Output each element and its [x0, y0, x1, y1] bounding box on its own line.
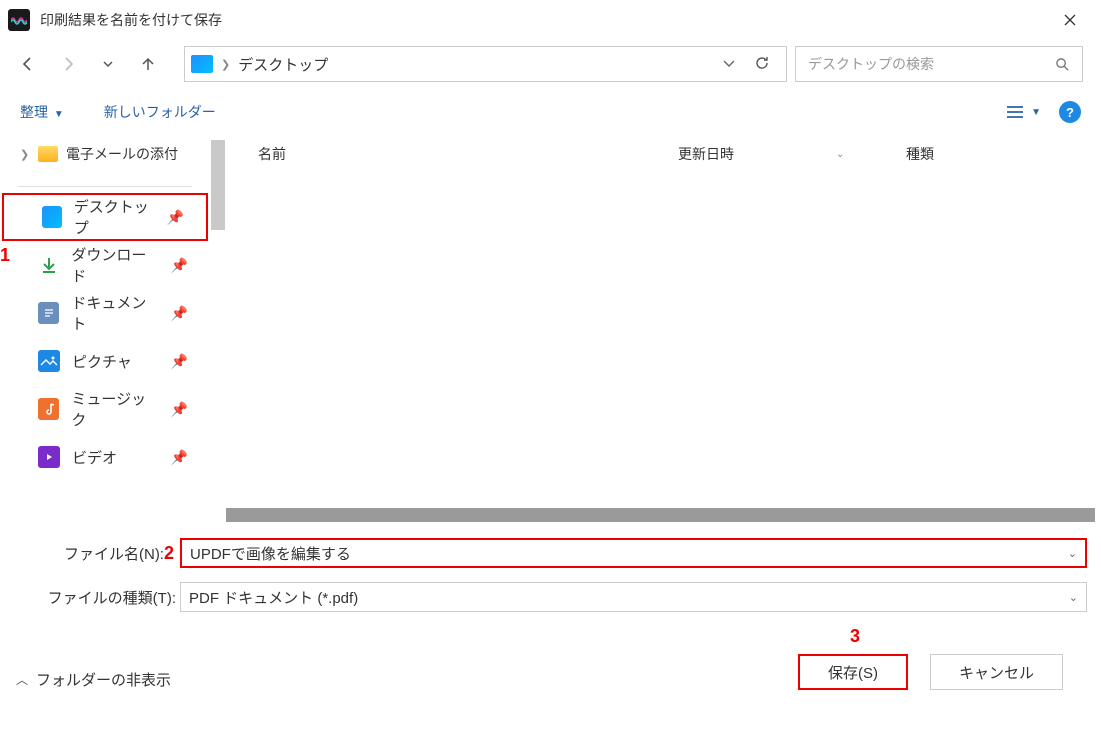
tree-item-email-attachments[interactable]: ❯ 電子メールの添付: [0, 136, 210, 172]
up-button[interactable]: [138, 54, 158, 74]
form-area: ファイル名(N):2 UPDFで画像を編集する ⌄ ファイルの種類(T): PD…: [0, 524, 1101, 612]
sidebar-item-documents[interactable]: ドキュメント 📌: [0, 289, 210, 337]
app-icon: [8, 9, 30, 31]
pin-icon[interactable]: 📌: [171, 401, 188, 418]
desktop-icon: [191, 55, 213, 73]
refresh-button[interactable]: [754, 55, 770, 74]
search-icon: [1055, 57, 1070, 72]
chevron-down-icon[interactable]: ⌄: [1068, 547, 1077, 560]
organize-menu[interactable]: 整理 ▼: [20, 102, 64, 122]
sidebar-item-desktop[interactable]: デスクトップ 📌: [2, 193, 208, 241]
music-icon: [38, 398, 59, 420]
forward-button[interactable]: [58, 54, 78, 74]
pin-icon[interactable]: 📌: [171, 353, 188, 370]
sidebar-item-music[interactable]: ミュージック 📌: [0, 385, 210, 433]
cancel-button[interactable]: キャンセル: [930, 654, 1063, 690]
document-icon: [38, 302, 59, 324]
address-dropdown-icon[interactable]: [722, 56, 736, 72]
back-button[interactable]: [18, 54, 38, 74]
view-options-button[interactable]: ▼: [1005, 105, 1041, 119]
picture-icon: [38, 350, 60, 372]
recent-locations-button[interactable]: [98, 54, 118, 74]
pin-icon[interactable]: 📌: [171, 449, 188, 466]
hide-folders-toggle[interactable]: ︿ フォルダーの非表示: [16, 669, 171, 690]
sidebar-item-videos[interactable]: ビデオ 📌: [0, 433, 210, 481]
filetype-label: ファイルの種類(T):: [14, 587, 180, 608]
help-button[interactable]: ?: [1059, 101, 1081, 123]
pin-icon[interactable]: 📌: [171, 257, 188, 274]
desktop-icon: [42, 206, 62, 228]
column-headers: 名前 更新日時⌄ 種類: [226, 136, 1101, 172]
nav-bar: ❯ デスクトップ デスクトップの検索: [0, 40, 1101, 88]
folder-icon: [38, 146, 58, 162]
file-list-pane[interactable]: 名前 更新日時⌄ 種類: [226, 136, 1101, 524]
annotation-marker-3: 3: [850, 626, 860, 647]
sidebar: ❯ 電子メールの添付 1 デスクトップ 📌 ダウンロード 📌 ドキュメント 📌: [0, 136, 210, 524]
chevron-up-icon: ︿: [16, 671, 28, 688]
search-input[interactable]: デスクトップの検索: [795, 46, 1083, 82]
chevron-down-icon[interactable]: ⌄: [1069, 591, 1078, 604]
save-button[interactable]: 保存(S): [798, 654, 908, 690]
address-location: デスクトップ: [238, 54, 714, 75]
annotation-marker-2: 2: [164, 543, 174, 563]
window-title: 印刷結果を名前を付けて保存: [40, 10, 1047, 30]
sidebar-item-downloads[interactable]: ダウンロード 📌: [0, 241, 210, 289]
pin-icon[interactable]: 📌: [171, 305, 188, 322]
file-list-empty: [226, 172, 1095, 506]
column-name[interactable]: 名前: [258, 144, 678, 164]
new-folder-button[interactable]: 新しいフォルダー: [104, 102, 216, 122]
pin-icon[interactable]: 📌: [167, 209, 184, 226]
filename-label: ファイル名(N):: [64, 546, 164, 563]
title-bar: 印刷結果を名前を付けて保存: [0, 0, 1101, 40]
search-placeholder: デスクトップの検索: [808, 54, 1055, 74]
address-bar[interactable]: ❯ デスクトップ: [184, 46, 787, 82]
footer: ︿ フォルダーの非表示 3 保存(S) キャンセル: [0, 626, 1101, 704]
video-icon: [38, 446, 60, 468]
sidebar-item-pictures[interactable]: ピクチャ 📌: [0, 337, 210, 385]
column-date[interactable]: 更新日時⌄: [678, 144, 906, 164]
horizontal-scrollbar[interactable]: [226, 506, 1095, 524]
chevron-down-icon: ⌄: [836, 149, 844, 160]
sidebar-scrollbar[interactable]: [210, 136, 226, 524]
filetype-select[interactable]: PDF ドキュメント (*.pdf) ⌄: [180, 582, 1087, 612]
filename-input[interactable]: UPDFで画像を編集する ⌄: [180, 538, 1087, 568]
breadcrumb-chevron-icon: ❯: [221, 58, 230, 71]
toolbar: 整理 ▼ 新しいフォルダー ▼ ?: [0, 88, 1101, 136]
column-type[interactable]: 種類: [906, 144, 934, 164]
download-icon: [38, 254, 59, 276]
close-button[interactable]: [1047, 2, 1093, 38]
